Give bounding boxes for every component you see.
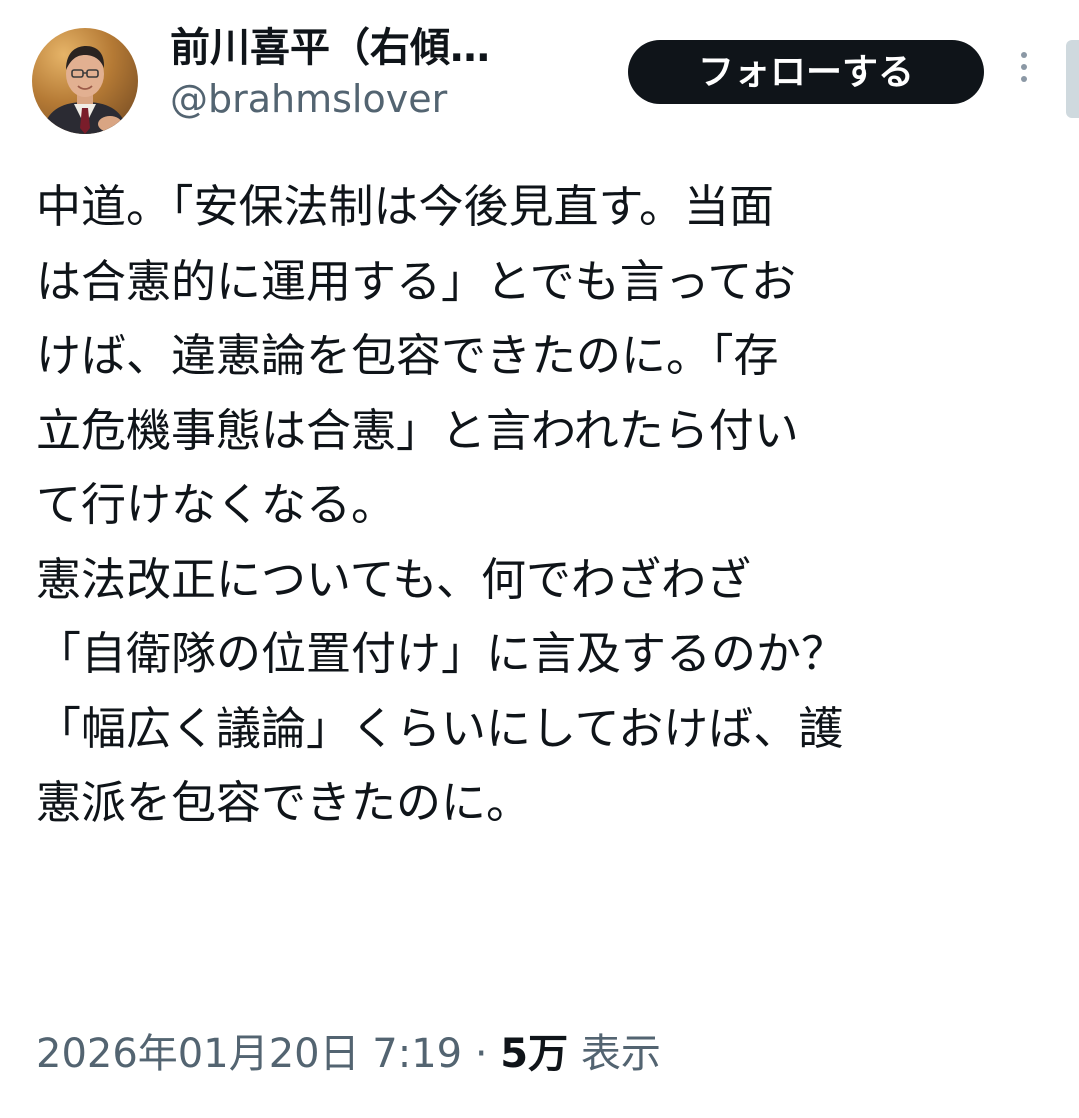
tweet-header: 前川喜平（右傾… @brahmslover フォローする [0,0,1079,160]
tweet-text-line: 中道。「安保法制は今後見直す。当面 [36,180,775,233]
follow-button[interactable]: フォローする [628,40,984,104]
tweet-text-line: は合憲的に運用する」とでも言ってお [36,254,797,308]
tweet-text-line: て行けなくなる。 [36,478,397,531]
tweet-text-line: けば、違憲論を包容できたのに。「存 [36,329,779,382]
tweet-text-line: 憲法改正についても、何でわざわざ [36,552,752,606]
avatar-photo [42,46,128,134]
views-label: 表示 [580,1031,661,1077]
more-vertical-icon[interactable] [1012,52,1036,96]
author-handle[interactable]: @brahmslover [170,74,490,124]
tweet-meta: 2026年01月20日 7:19 · 5万 表示 [36,1022,661,1086]
meta-separator: · [474,1031,488,1077]
views-count: 5万 [500,1031,569,1077]
avatar[interactable] [32,28,138,134]
tweet-text-line: 立危機事態は合憲」と言われたら付い [36,403,799,457]
tweet-timestamp[interactable]: 2026年01月20日 7:19 [36,1031,462,1077]
tweet-text-line: 「自衛隊の位置付け」に言及するのか？ [36,627,847,680]
scrollbar-thumb[interactable] [1066,40,1079,118]
tweet-text-line: 「幅広く議論」くらいにしておけば、護 [36,701,844,755]
author-display-name[interactable]: 前川喜平（右傾… [170,22,490,74]
tweet-text-line: 憲派を包容できたのに。 [36,776,532,829]
tweet-text: 中道。「安保法制は今後見直す。当面 は合憲的に運用する」とでも言ってお けば、違… [36,170,1046,841]
author-info[interactable]: 前川喜平（右傾… @brahmslover [170,22,490,124]
